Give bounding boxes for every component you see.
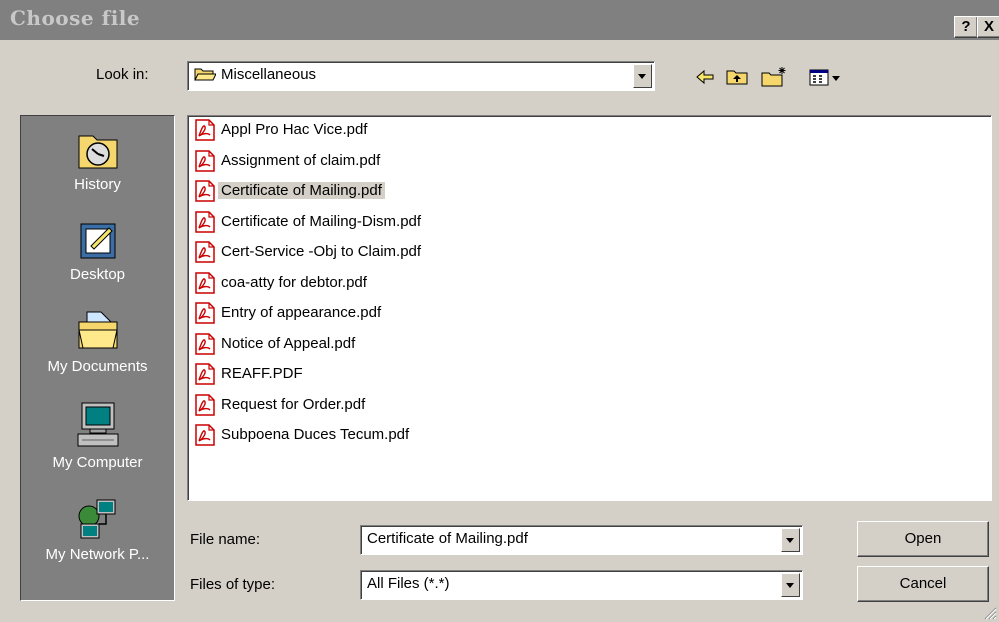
place-my-network-label: My Network P... — [45, 546, 150, 563]
file-type-label: Files of type: — [190, 576, 276, 593]
pdf-file-icon — [195, 271, 215, 294]
pdf-file-icon — [195, 210, 215, 233]
file-name-text: Notice of Appeal.pdf — [221, 334, 356, 352]
pdf-file-icon — [195, 241, 215, 263]
place-history[interactable]: History — [21, 126, 174, 193]
pdf-file-icon — [195, 180, 215, 202]
file-name-text: Assignment of claim.pdf — [221, 151, 381, 169]
desktop-icon — [80, 223, 115, 259]
look-in-dropdown-button[interactable] — [633, 64, 652, 88]
file-name-text: Subpoena Duces Tecum.pdf — [221, 426, 410, 443]
place-my-computer[interactable]: My Computer — [21, 400, 174, 471]
pdf-file-icon — [195, 363, 215, 385]
history-icon — [78, 135, 117, 169]
places-bar: History Desktop My Documents My Computer… — [20, 115, 175, 601]
new-folder-icon[interactable] — [760, 66, 788, 88]
file-name-text: Certificate of Mailing-Dism.pdf — [221, 212, 422, 230]
place-my-computer-label: My Computer — [52, 454, 143, 471]
file-name-text: Request for Order.pdf — [221, 395, 366, 413]
dialog-title: Choose file — [10, 6, 141, 30]
pdf-file-icon — [195, 302, 215, 324]
look-in-combobox[interactable]: Miscellaneous — [187, 61, 655, 91]
file-name-text: coa-atty for debtor.pdf — [221, 273, 367, 291]
file-type-dropdown-button[interactable] — [781, 573, 800, 597]
pdf-file-icon — [195, 424, 215, 446]
look-in-label: Look in: — [96, 66, 149, 83]
file-name-text: REAFF.PDF — [221, 365, 303, 382]
file-name-label: File name: — [190, 531, 261, 548]
pdf-file-icon — [195, 332, 215, 355]
file-name-combobox[interactable]: Certificate of Mailing.pdf — [360, 525, 803, 555]
resize-grip-icon[interactable] — [983, 606, 997, 620]
place-my-documents[interactable]: My Documents — [21, 308, 174, 375]
open-folder-icon — [194, 68, 216, 81]
pdf-file-icon — [195, 149, 215, 172]
close-button[interactable]: X — [977, 16, 999, 38]
pdf-file-icon — [195, 393, 215, 416]
look-in-value: Miscellaneous — [221, 66, 317, 83]
file-name-text: Entry of appearance.pdf — [221, 304, 382, 321]
my-computer-icon — [77, 402, 118, 447]
place-my-documents-label: My Documents — [47, 358, 148, 375]
file-type-combobox[interactable]: All Files (*.*) — [360, 570, 803, 600]
my-network-places-icon — [78, 499, 115, 539]
choose-file-dialog: Choose file ? X Look in: Miscellaneous H… — [0, 0, 999, 622]
pdf-file-icon — [195, 119, 215, 141]
title-bar[interactable]: Choose file ? X — [0, 0, 999, 40]
look-in-value-wrap: Miscellaneous — [194, 66, 316, 83]
file-type-value: All Files (*.*) — [367, 575, 450, 592]
place-my-network[interactable]: My Network P... — [21, 496, 174, 563]
place-desktop-label: Desktop — [69, 266, 126, 283]
file-name-text: Cert-Service -Obj to Claim.pdf — [221, 243, 422, 260]
back-arrow-icon[interactable] — [695, 66, 715, 88]
cancel-button[interactable]: Cancel — [857, 566, 989, 602]
my-documents-icon — [77, 311, 118, 349]
file-name-text: Appl Pro Hac Vice.pdf — [221, 121, 368, 138]
view-menu-icon[interactable] — [808, 66, 844, 88]
help-button[interactable]: ? — [954, 16, 978, 38]
file-name-text: Certificate of Mailing.pdf — [218, 182, 385, 199]
file-name-value[interactable]: Certificate of Mailing.pdf — [367, 530, 528, 547]
file-name-dropdown-button[interactable] — [781, 528, 800, 552]
up-folder-icon[interactable] — [725, 66, 749, 88]
place-history-label: History — [74, 176, 121, 193]
file-list[interactable]: Appl Pro Hac Vice.pdf Assignment of claim… — [187, 115, 992, 501]
place-desktop[interactable]: Desktop — [21, 216, 174, 283]
open-button[interactable]: Open — [857, 521, 989, 557]
